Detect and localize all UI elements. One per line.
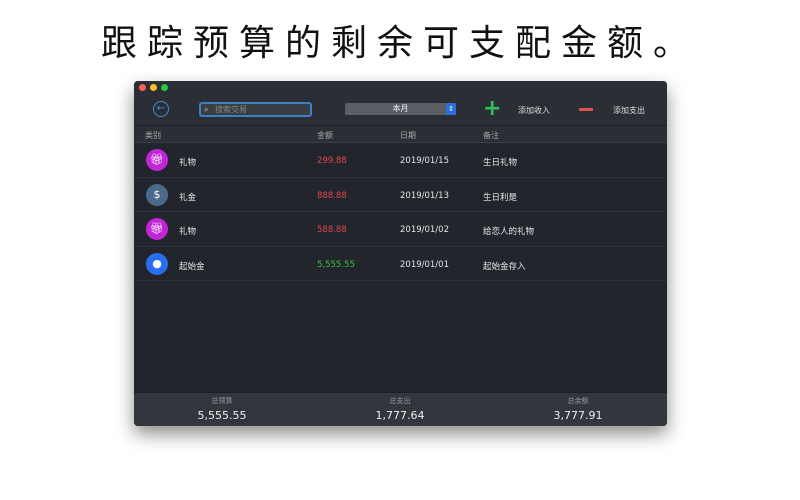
row-note: 生日利是 — [483, 192, 518, 203]
spent-value: 1,777.64 — [375, 409, 425, 422]
app-window: ← ⌕ 搜索交易 本月 ⇕ + 添加收入 添加支出 类别 金额 日期 备注 🎁︎… — [134, 81, 667, 426]
search-input[interactable]: ⌕ 搜索交易 — [199, 102, 312, 117]
row-date: 2019/01/15 — [400, 156, 449, 166]
piggy-bank-icon: ● — [146, 252, 168, 275]
row-amount: 888.88 — [317, 190, 347, 201]
remaining-label: 总余额 — [567, 397, 589, 405]
row-amount: 299.88 — [317, 156, 347, 166]
title-bar — [134, 81, 667, 93]
period-value: 本月 — [392, 104, 409, 113]
add-income-icon[interactable]: + — [483, 96, 501, 121]
zoom-button[interactable] — [161, 84, 168, 91]
search-placeholder: 搜索交易 — [215, 105, 247, 114]
column-date[interactable]: 日期 — [400, 130, 416, 141]
row-note: 给恋人的礼物 — [483, 227, 535, 237]
toolbar: ← ⌕ 搜索交易 本月 ⇕ + 添加收入 添加支出 — [134, 93, 667, 126]
row-category: 礼物 — [179, 227, 197, 237]
column-category[interactable]: 类别 — [145, 130, 161, 141]
budget-value: 5,555.55 — [197, 409, 247, 422]
budget-label: 总预算 — [211, 397, 233, 405]
gift-icon: 🎁︎ — [146, 149, 168, 171]
table-header: 类别 金额 日期 备注 — [134, 126, 667, 143]
row-date: 2019/01/13 — [400, 190, 449, 201]
money-bag-icon: $ — [146, 183, 168, 206]
headline: 跟踪预算的剩余可支配金额。 — [100, 23, 699, 64]
minimize-button[interactable] — [150, 84, 157, 91]
close-button[interactable] — [139, 84, 146, 91]
row-category: 礼物 — [179, 158, 197, 168]
table-row[interactable]: 🎁︎ 礼物 588.88 2019/01/02 给恋人的礼物 — [134, 212, 667, 247]
search-icon: ⌕ — [204, 105, 209, 114]
row-category: 起始金 — [179, 261, 205, 272]
add-income-button[interactable]: 添加收入 — [518, 105, 550, 116]
spent-label: 总支出 — [389, 397, 411, 405]
table-row[interactable]: 🎁︎ 礼物 299.88 2019/01/15 生日礼物 — [134, 143, 667, 178]
chevron-updown-icon: ⇕ — [446, 103, 456, 115]
table-row[interactable]: ● 起始金 5,555.55 2019/01/01 起始金存入 — [134, 247, 667, 281]
add-expense-icon[interactable] — [579, 108, 593, 111]
row-amount: 588.88 — [317, 225, 347, 235]
row-note: 生日礼物 — [483, 158, 518, 168]
row-date: 2019/01/01 — [400, 259, 449, 270]
add-expense-button[interactable]: 添加支出 — [613, 105, 645, 116]
period-select[interactable]: 本月 ⇕ — [345, 103, 456, 115]
table-row[interactable]: $ 礼金 888.88 2019/01/13 生日利是 — [134, 178, 667, 212]
column-amount[interactable]: 金额 — [317, 130, 333, 141]
remaining-value: 3,777.91 — [553, 409, 603, 422]
row-category: 礼金 — [179, 192, 197, 203]
back-arrow-icon[interactable]: ← — [153, 101, 169, 117]
column-note[interactable]: 备注 — [483, 130, 499, 141]
row-note: 起始金存入 — [483, 261, 526, 272]
row-amount: 5,555.55 — [317, 259, 355, 270]
row-date: 2019/01/02 — [400, 225, 449, 235]
transaction-list: 🎁︎ 礼物 299.88 2019/01/15 生日礼物 $ 礼金 888.88 … — [134, 143, 667, 281]
gift-icon: 🎁︎ — [146, 218, 168, 240]
summary-bar: 总预算 5,555.55 总支出 1,777.64 总余额 3,777.91 — [134, 392, 667, 426]
